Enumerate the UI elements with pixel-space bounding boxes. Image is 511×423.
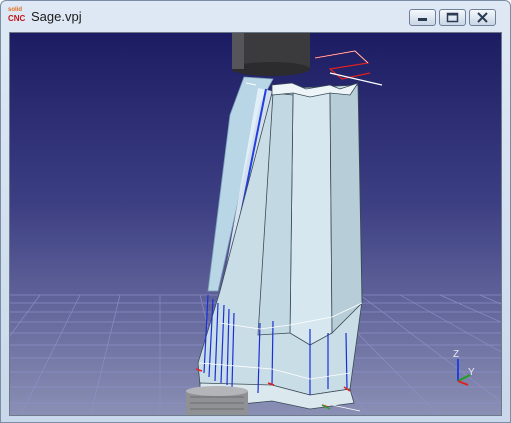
fixture-base — [186, 386, 248, 415]
app-icon-text-top: solid — [8, 7, 23, 13]
axis-z-label: Z — [453, 349, 459, 360]
solidcnc-app-icon: solid CNC — [8, 7, 26, 27]
close-button[interactable] — [469, 9, 496, 26]
minimize-button[interactable] — [409, 9, 436, 26]
title-bar[interactable]: solid CNC Sage.vpj — [1, 1, 510, 32]
tool-holder — [232, 33, 310, 76]
3d-viewport[interactable]: Z Y — [9, 32, 502, 416]
app-window: solid CNC Sage.vpj Z Y — [0, 0, 511, 423]
close-icon — [477, 12, 488, 23]
toolpath-top — [314, 50, 383, 86]
window-title: Sage.vpj — [31, 9, 82, 24]
machining-scene: Z Y — [10, 33, 501, 415]
maximize-button[interactable] — [439, 9, 466, 26]
app-icon-text-bottom: CNC — [8, 14, 26, 23]
axis-y-label: Y — [468, 367, 475, 378]
minimize-icon — [418, 18, 427, 21]
maximize-icon — [446, 12, 459, 23]
